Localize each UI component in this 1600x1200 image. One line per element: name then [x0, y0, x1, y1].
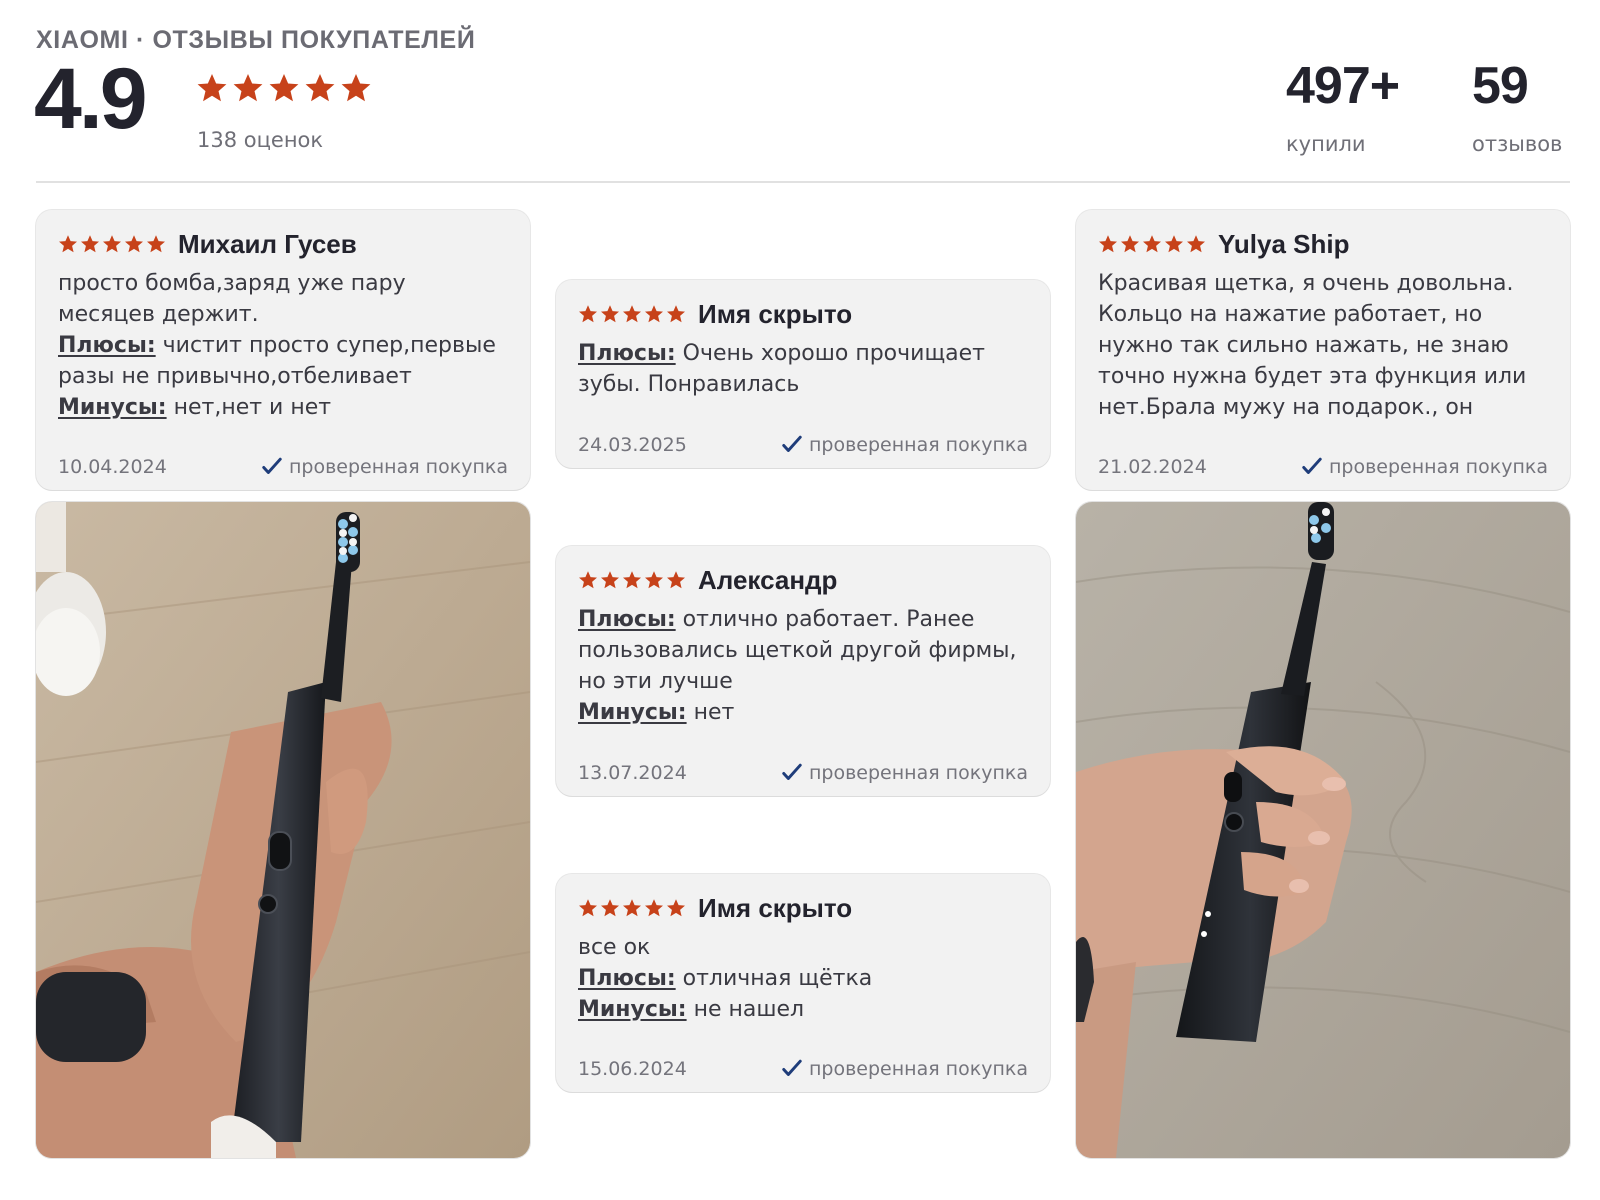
check-icon [781, 1058, 803, 1080]
star-icon [578, 570, 598, 590]
pros-label: Плюсы: [578, 607, 676, 632]
cons-text: нет [693, 700, 735, 725]
star-icon [666, 304, 686, 324]
review-text: просто бомба,заряд уже пару месяцев держ… [58, 268, 508, 423]
cons-text: нет,нет и нет [173, 395, 332, 420]
cons-text: не нашел [693, 997, 805, 1022]
review-photo[interactable] [1076, 502, 1570, 1158]
pros-text: отличная щётка [682, 966, 873, 991]
stat-bought: 497+ купили [1286, 57, 1400, 156]
header-divider [36, 181, 1570, 183]
review-card[interactable]: Имя скрыто все ок Плюсы: отличная щётка … [556, 874, 1050, 1092]
star-icon [232, 72, 264, 104]
star-icon [268, 72, 300, 104]
review-stars [578, 570, 686, 590]
star-icon [622, 304, 642, 324]
star-icon [1164, 234, 1184, 254]
review-card[interactable]: Yulya Ship Красивая щетка, я очень довол… [1076, 210, 1570, 490]
verified-badge: проверенная покупка [781, 1058, 1028, 1080]
check-icon [781, 762, 803, 784]
star-icon [146, 234, 166, 254]
review-text: все ок Плюсы: отличная щётка Минусы: не … [578, 932, 1028, 1025]
check-icon [261, 456, 283, 478]
star-icon [578, 304, 598, 324]
verified-label: проверенная покупка [808, 762, 1028, 784]
review-date: 24.03.2025 [578, 434, 687, 456]
verified-label: проверенная покупка [1328, 456, 1548, 478]
stat-bought-value: 497+ [1286, 57, 1400, 115]
star-icon [1142, 234, 1162, 254]
review-stars [578, 898, 686, 918]
star-icon [600, 898, 620, 918]
stat-reviews: 59 отзывов [1472, 60, 1562, 156]
review-date: 15.06.2024 [578, 1058, 687, 1080]
review-text: Плюсы: отлично работает. Ранее пользовал… [578, 604, 1028, 728]
cons-label: Минусы: [578, 700, 687, 725]
star-icon [1098, 234, 1118, 254]
verified-badge: проверенная покупка [261, 456, 508, 478]
check-icon [1301, 456, 1323, 478]
toothbrush-photo-image [1076, 502, 1570, 1158]
star-icon [196, 72, 228, 104]
cons-label: Минусы: [578, 997, 687, 1022]
review-photo[interactable] [36, 502, 530, 1158]
review-comment: все ок [578, 935, 651, 960]
review-date: 21.02.2024 [1098, 456, 1207, 478]
star-icon [304, 72, 336, 104]
star-icon [102, 234, 122, 254]
star-icon [578, 898, 598, 918]
star-icon [644, 898, 664, 918]
star-icon [666, 570, 686, 590]
review-card[interactable]: Михаил Гусев просто бомба,заряд уже пару… [36, 210, 530, 490]
toothbrush-photo-image [36, 502, 530, 1158]
review-card[interactable]: Имя скрыто Плюсы: Очень хорошо прочищает… [556, 280, 1050, 468]
stat-reviews-label: отзывов [1472, 132, 1563, 156]
verified-badge: проверенная покупка [1301, 456, 1548, 478]
star-icon [600, 570, 620, 590]
pros-label: Плюсы: [578, 341, 676, 366]
review-author: Михаил Гусев [178, 228, 357, 259]
check-icon [781, 434, 803, 456]
review-text: Плюсы: Очень хорошо прочищает зубы. Понр… [578, 338, 1028, 400]
average-rating: 4.9 [34, 51, 148, 147]
ratings-count: 138 оценок [197, 128, 324, 152]
review-comment: просто бомба,заряд уже пару месяцев держ… [58, 271, 406, 327]
review-author: Yulya Ship [1218, 228, 1350, 259]
verified-label: проверенная покупка [808, 434, 1028, 456]
star-icon [80, 234, 100, 254]
pros-label: Плюсы: [578, 966, 676, 991]
stat-bought-label: купили [1286, 132, 1366, 156]
review-stars [58, 234, 166, 254]
stat-reviews-value: 59 [1472, 57, 1529, 115]
review-date: 10.04.2024 [58, 456, 167, 478]
star-icon [58, 234, 78, 254]
verified-label: проверенная покупка [808, 1058, 1028, 1080]
review-card[interactable]: Александр Плюсы: отлично работает. Ранее… [556, 546, 1050, 796]
review-author: Имя скрыто [698, 892, 853, 923]
verified-label: проверенная покупка [288, 456, 508, 478]
review-comment: Красивая щетка, я очень довольна. Кольцо… [1098, 271, 1527, 420]
star-icon [1120, 234, 1140, 254]
review-author: Имя скрыто [698, 298, 853, 329]
verified-badge: проверенная покупка [781, 762, 1028, 784]
cons-label: Минусы: [58, 395, 167, 420]
rating-stars [196, 72, 372, 104]
review-stars [1098, 234, 1206, 254]
star-icon [1186, 234, 1206, 254]
star-icon [666, 898, 686, 918]
review-date: 13.07.2024 [578, 762, 687, 784]
review-stars [578, 304, 686, 324]
pros-label: Плюсы: [58, 333, 156, 358]
star-icon [340, 72, 372, 104]
review-text: Красивая щетка, я очень довольна. Кольцо… [1098, 268, 1548, 423]
star-icon [622, 570, 642, 590]
review-author: Александр [698, 564, 838, 595]
star-icon [644, 570, 664, 590]
verified-badge: проверенная покупка [781, 434, 1028, 456]
star-icon [644, 304, 664, 324]
star-icon [600, 304, 620, 324]
star-icon [622, 898, 642, 918]
star-icon [124, 234, 144, 254]
